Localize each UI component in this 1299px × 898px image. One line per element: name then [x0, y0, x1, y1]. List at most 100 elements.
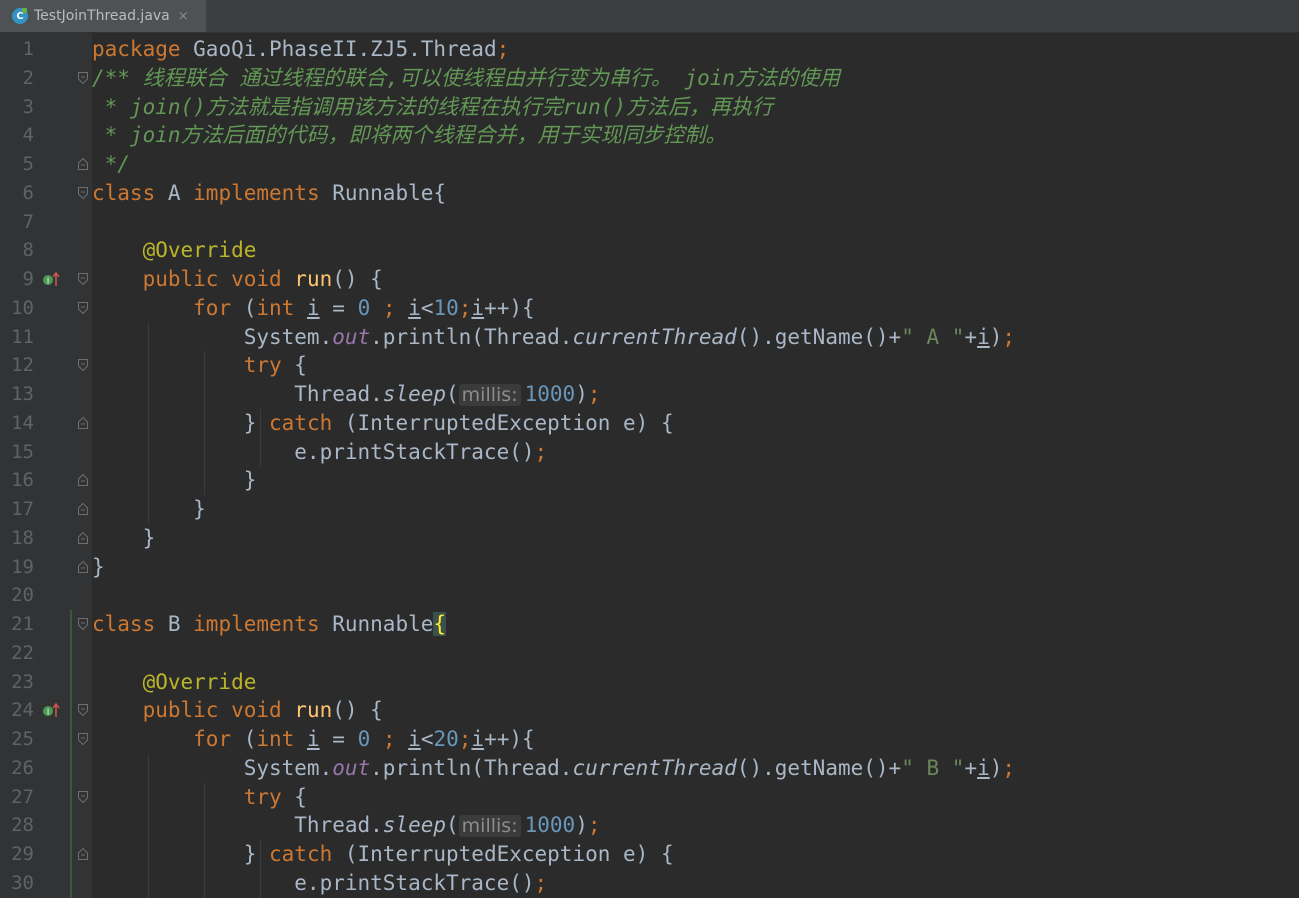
code-line[interactable]: 30 e.printStackTrace(); [0, 869, 1299, 898]
code-token: i [977, 324, 990, 349]
code-line[interactable]: 24 I public void run() { [0, 696, 1299, 725]
code-token: sleep [382, 813, 447, 838]
fold-open-icon[interactable] [78, 273, 88, 285]
tab-filename: TestJoinThread.java [34, 8, 170, 24]
fold-close-icon[interactable] [78, 848, 88, 860]
code-line[interactable]: 19} [0, 553, 1299, 582]
line-number: 30 [11, 871, 34, 894]
close-tab-icon[interactable]: × [178, 9, 189, 24]
fold-close-icon[interactable] [78, 503, 88, 515]
code-text: } [92, 524, 156, 553]
code-token: " A " [901, 324, 965, 349]
fold-open-icon[interactable] [78, 618, 88, 630]
fold-open-icon[interactable] [78, 359, 88, 372]
line-number: 5 [22, 153, 34, 175]
code-text: } catch (InterruptedException e) { [92, 409, 674, 438]
code-text: class A implements Runnable{ [92, 179, 446, 208]
line-number: 2 [22, 66, 34, 89]
line-number: 20 [11, 584, 34, 607]
code-token: e.printStackTrace() [92, 439, 535, 464]
code-token: B [167, 612, 194, 636]
code-token: i [408, 727, 421, 751]
code-line[interactable]: 5 */ [0, 150, 1299, 179]
code-token: Thread. [92, 382, 383, 406]
code-line[interactable]: 1 package GaoQi.PhaseII.ZJ5.Thread; [0, 35, 1299, 64]
code-text: for (int i = 0 ; i<10;i++){ [92, 294, 535, 323]
code-token: ) [575, 813, 588, 838]
code-token: sleep [382, 382, 447, 406]
line-number: 4 [22, 124, 34, 147]
fold-close-icon[interactable] [78, 531, 88, 544]
code-line[interactable]: 13 Thread.sleep(millis: 1000); [0, 380, 1299, 409]
code-line[interactable]: 29 } catch (InterruptedException e) { [0, 840, 1299, 869]
fold-open-icon[interactable] [78, 71, 88, 84]
code-token: 0 [357, 295, 383, 320]
code-token: implements [193, 612, 333, 636]
fold-open-icon[interactable] [78, 301, 88, 314]
code-line[interactable]: 23 @Override [0, 668, 1299, 697]
code-line[interactable]: 12 try { [0, 351, 1299, 380]
fold-close-icon[interactable] [78, 560, 88, 573]
fold-open-icon[interactable] [78, 733, 88, 745]
line-number: 28 [11, 814, 34, 837]
code-line[interactable]: 20 [0, 581, 1299, 610]
fold-close-icon[interactable] [78, 416, 88, 429]
svg-text:I: I [47, 277, 49, 286]
code-line[interactable]: 2 /** 线程联合 通过线程的联合,可以使线程由并行变为串行。 join方法的使… [0, 64, 1299, 93]
code-line[interactable]: 3 * join()方法就是指调用该方法的线程在执行完run()方法后，再执行 [0, 93, 1299, 122]
implements-method-icon[interactable]: I [42, 270, 62, 288]
line-number: 1 [22, 38, 34, 60]
code-line[interactable]: 4 * join方法后面的代码，即将两个线程合并，用于实现同步控制。 [0, 121, 1299, 150]
code-line[interactable]: 26 System.out.println(Thread.currentThre… [0, 754, 1299, 783]
code-line[interactable]: 25 for (int i = 0 ; i<20;i++){ [0, 725, 1299, 754]
file-tab[interactable]: C TestJoinThread.java × [0, 0, 206, 32]
code-token: ().getName()+ [736, 324, 902, 349]
code-line[interactable]: 17 } [0, 495, 1299, 524]
code-token: ; [534, 870, 548, 895]
fold-close-icon[interactable] [78, 474, 88, 487]
code-line[interactable]: 7 [0, 208, 1299, 237]
line-number: 23 [11, 670, 34, 693]
code-text: /** 线程联合 通过线程的联合,可以使线程由并行变为串行。 join方法的使用 [92, 64, 840, 93]
code-line[interactable]: 9 I public void run() { [0, 265, 1299, 294]
code-line[interactable]: 10 for (int i = 0 ; i<10;i++){ [0, 294, 1299, 323]
code-text: e.printStackTrace(); [92, 438, 547, 467]
fold-open-icon[interactable] [78, 704, 88, 717]
code-text: try { [92, 351, 307, 380]
code-line[interactable]: 21 class B implements Runnable{ [0, 610, 1299, 639]
fold-close-icon[interactable] [78, 158, 88, 170]
code-token: out [332, 324, 371, 349]
code-line[interactable]: 15 e.printStackTrace(); [0, 438, 1299, 467]
code-line[interactable]: 28 Thread.sleep(millis: 1000); [0, 811, 1299, 840]
code-line[interactable]: 22 [0, 639, 1299, 668]
code-text: * join方法后面的代码，即将两个线程合并，用于实现同步控制。 [92, 121, 727, 150]
code-line[interactable]: 8 @Override [0, 236, 1299, 265]
code-line[interactable]: 18 } [0, 524, 1299, 553]
code-token: catch [269, 842, 345, 866]
code-token: currentThread [572, 324, 737, 349]
code-line[interactable]: 11 System.out.println(Thread.currentThre… [0, 323, 1299, 352]
fold-open-icon[interactable] [78, 790, 88, 803]
code-token: out [332, 755, 371, 780]
code-token: e.printStackTrace() [92, 870, 535, 895]
code-token: ; [587, 813, 601, 838]
vcs-change-marker[interactable] [70, 610, 72, 898]
fold-open-icon[interactable] [78, 186, 88, 199]
code-line[interactable]: 14 } catch (InterruptedException e) { [0, 409, 1299, 438]
code-line[interactable]: 16 } [0, 466, 1299, 495]
code-token: } [92, 525, 156, 550]
code-token: ( [243, 727, 257, 751]
code-line[interactable]: 6 class A implements Runnable{ [0, 179, 1299, 208]
indent-guide [204, 351, 205, 495]
code-token: ) [575, 382, 588, 406]
code-token: run [294, 698, 333, 723]
code-text: @Override [92, 236, 257, 265]
code-line[interactable]: 27 try { [0, 783, 1299, 812]
code-editor[interactable]: 1 package GaoQi.PhaseII.ZJ5.Thread; 2 /** 线… [0, 33, 1299, 898]
implements-method-icon[interactable]: I [42, 701, 62, 719]
code-token: public void [142, 698, 295, 723]
code-token: * join方法后面的代码，即将两个线程合并，用于实现同步控制。 [92, 123, 727, 148]
line-number: 8 [22, 239, 34, 262]
